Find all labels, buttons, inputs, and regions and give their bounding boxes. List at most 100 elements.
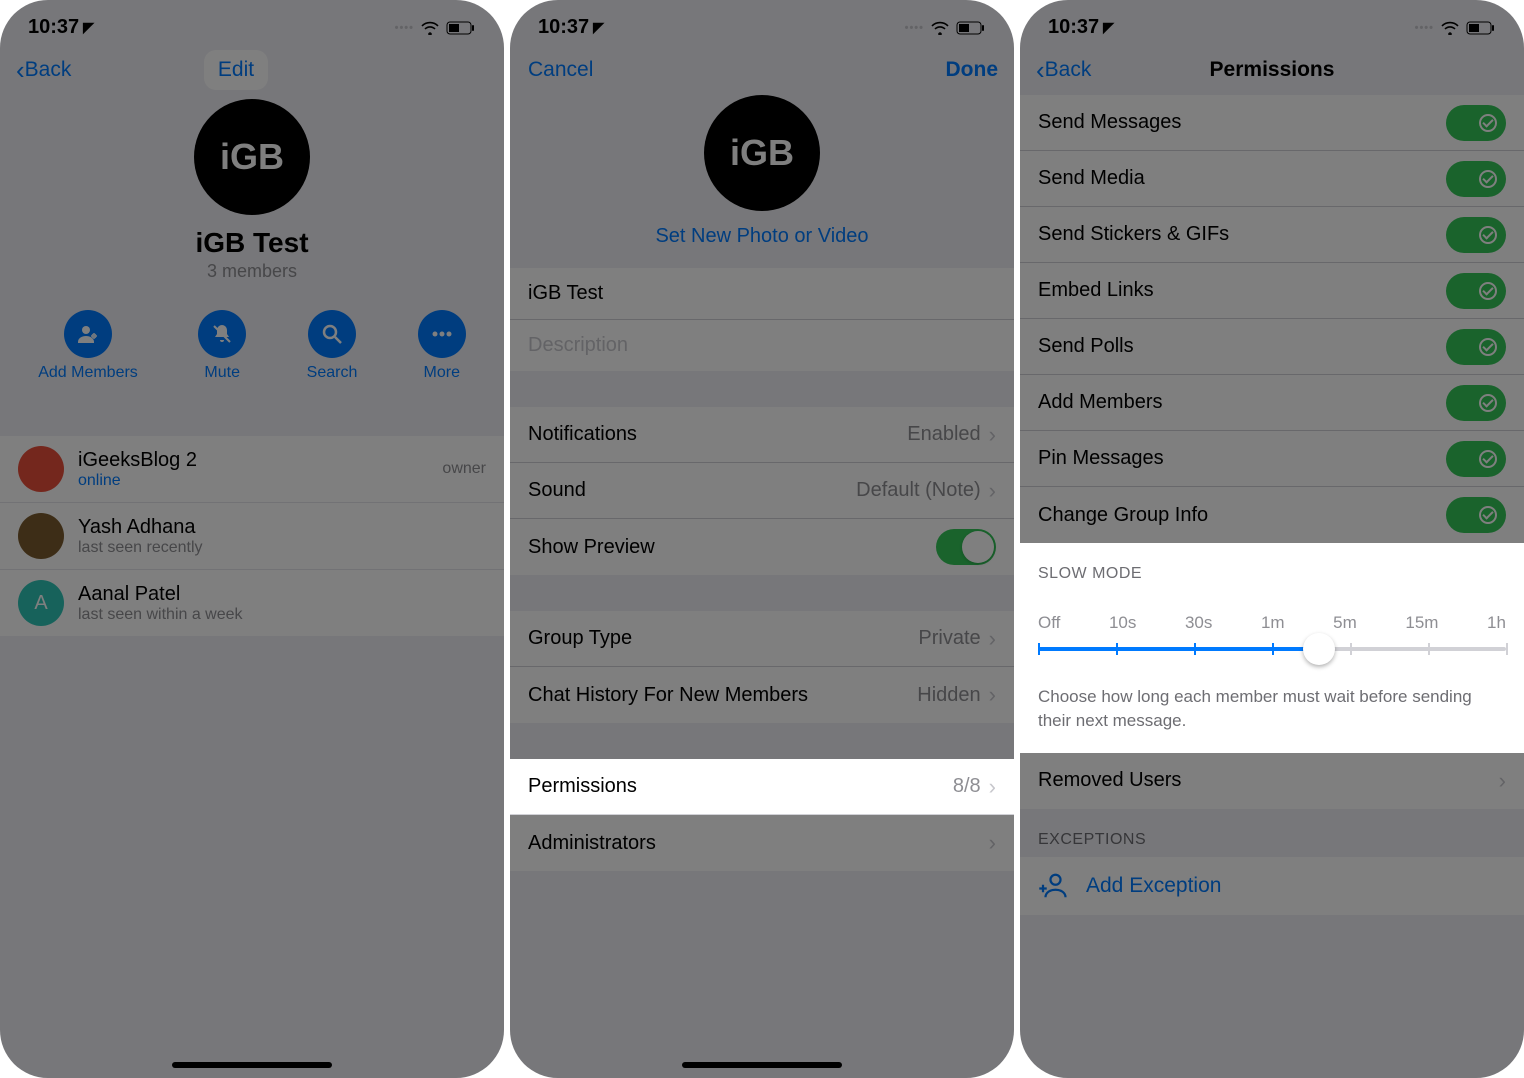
perm-list: Send Messages Send MediaSend Stickers & G…	[1020, 95, 1524, 543]
slider-fill	[1038, 647, 1319, 651]
back-label: Back	[25, 58, 72, 82]
set-photo-button[interactable]: Set New Photo or Video	[510, 211, 1014, 268]
permission-toggle[interactable]	[1446, 385, 1506, 421]
notifications-row[interactable]: Notifications Enabled ›	[510, 407, 1014, 463]
slowmode-tick-label: 5m	[1333, 613, 1357, 633]
permission-row[interactable]: Change Group Info	[1020, 487, 1524, 543]
add-person-icon	[1038, 871, 1068, 901]
show-preview-row[interactable]: Show Preview	[510, 519, 1014, 575]
add-exception-button[interactable]: Add Exception	[1020, 857, 1524, 915]
member-name: iGeeksBlog 2	[78, 449, 197, 472]
member-status: last seen within a week	[78, 606, 243, 624]
slowmode-header: SLOW MODE	[1020, 543, 1524, 591]
location-icon: ◤	[593, 19, 604, 36]
member-name: Aanal Patel	[78, 583, 243, 606]
permission-row[interactable]: Send Stickers & GIFs	[1020, 207, 1524, 263]
cancel-button[interactable]: Cancel	[528, 58, 593, 82]
cellular-icon: ••••	[1415, 22, 1434, 34]
slowmode-tick-label: 15m	[1405, 613, 1438, 633]
removed-users-row[interactable]: Removed Users ›	[1020, 753, 1524, 809]
slowmode-tick-label: 1h	[1487, 613, 1506, 633]
permission-toggle[interactable]	[1446, 329, 1506, 365]
members-list: iGeeksBlog 2online owner Yash Adhanalast s…	[0, 436, 504, 636]
status-time: 10:37◤	[538, 16, 604, 39]
status-bar: 10:37◤ ••••	[1020, 0, 1524, 45]
slowmode-footer: Choose how long each member must wait be…	[1020, 675, 1524, 753]
slider-knob[interactable]	[1303, 633, 1335, 665]
wifi-icon	[930, 21, 950, 35]
battery-icon	[446, 21, 476, 35]
chevron-right-icon: ›	[989, 682, 996, 708]
slowmode-slider[interactable]: Off10s30s1m5m15m1h	[1020, 607, 1524, 675]
permission-row[interactable]: Pin Messages	[1020, 431, 1524, 487]
group-avatar[interactable]: iGB	[194, 99, 310, 215]
permission-toggle[interactable]	[1446, 497, 1506, 533]
chevron-left-icon: ‹	[16, 55, 25, 86]
more-icon	[418, 310, 466, 358]
member-row[interactable]: iGeeksBlog 2online owner	[0, 436, 504, 503]
slider-track[interactable]	[1038, 647, 1506, 651]
nav-bar: ‹ Back Permissions	[1020, 45, 1524, 95]
page-title: Permissions	[1210, 58, 1335, 82]
cellular-icon: ••••	[905, 22, 924, 34]
member-status: last seen recently	[78, 539, 203, 557]
nav-bar: ‹ Back Edit	[0, 45, 504, 95]
done-button[interactable]: Done	[946, 58, 999, 82]
status-bar: 10:37◤ ••••	[510, 0, 1014, 45]
action-row: Add Members Mute Search More	[0, 300, 504, 400]
sound-row[interactable]: Sound Default (Note) ›	[510, 463, 1014, 519]
permission-label: Send Polls	[1038, 335, 1134, 358]
show-preview-toggle[interactable]	[936, 529, 996, 565]
slowmode-tick-label: 1m	[1261, 613, 1285, 633]
home-indicator[interactable]	[682, 1062, 842, 1068]
status-icons: ••••	[905, 21, 986, 35]
description-field[interactable]: Description	[510, 320, 1014, 371]
permission-toggle[interactable]	[1446, 441, 1506, 477]
group-type-row[interactable]: Group Type Private ›	[510, 611, 1014, 667]
permission-label: Pin Messages	[1038, 447, 1164, 470]
status-time: 10:37◤	[28, 16, 94, 39]
chevron-right-icon: ›	[989, 830, 996, 856]
member-row[interactable]: Yash Adhanalast seen recently	[0, 503, 504, 570]
mute-icon	[198, 310, 246, 358]
removed-section: Removed Users ›	[1020, 753, 1524, 809]
member-avatar	[18, 446, 64, 492]
battery-icon	[956, 21, 986, 35]
name-desc-section: iGB Test Description	[510, 268, 1014, 371]
mute-button[interactable]: Mute	[198, 310, 246, 382]
permission-toggle[interactable]	[1446, 161, 1506, 197]
permission-row[interactable]: Embed Links	[1020, 263, 1524, 319]
group-name-field[interactable]: iGB Test	[510, 268, 1014, 320]
permissions-row[interactable]: Permissions 8/8 ›	[510, 759, 1014, 815]
permission-row[interactable]: Add Members	[1020, 375, 1524, 431]
permission-toggle[interactable]	[1446, 217, 1506, 253]
slowmode-section: SLOW MODE Off10s30s1m5m15m1h Choose how …	[1020, 543, 1524, 753]
member-row[interactable]: AAanal Patellast seen within a week	[0, 570, 504, 636]
status-icons: ••••	[1415, 21, 1496, 35]
add-members-icon	[64, 310, 112, 358]
more-button[interactable]: More	[418, 310, 466, 382]
back-button[interactable]: ‹ Back	[1036, 55, 1091, 86]
permission-label: Send Messages	[1038, 111, 1181, 134]
permission-toggle[interactable]	[1446, 273, 1506, 309]
add-members-button[interactable]: Add Members	[38, 310, 138, 382]
back-button[interactable]: ‹ Back	[16, 55, 71, 86]
search-button[interactable]: Search	[307, 310, 358, 382]
screen-edit-group: 10:37◤ •••• Cancel Done iGB Set New Phot…	[510, 0, 1014, 1078]
location-icon: ◤	[1103, 19, 1114, 36]
group-avatar-edit[interactable]: iGB	[704, 95, 820, 211]
administrators-row[interactable]: Administrators ›	[510, 815, 1014, 871]
chevron-right-icon: ›	[989, 774, 996, 800]
home-indicator[interactable]	[172, 1062, 332, 1068]
wifi-icon	[1440, 21, 1460, 35]
permission-toggle[interactable]	[1446, 105, 1506, 141]
chevron-right-icon: ›	[989, 422, 996, 448]
chat-history-row[interactable]: Chat History For New Members Hidden ›	[510, 667, 1014, 723]
member-badge: owner	[442, 460, 486, 478]
slowmode-tick-label: Off	[1038, 613, 1060, 633]
edit-button[interactable]: Edit	[204, 50, 268, 90]
permission-row[interactable]: Send Messages	[1020, 95, 1524, 151]
member-status: online	[78, 472, 197, 490]
permission-row[interactable]: Send Media	[1020, 151, 1524, 207]
permission-row[interactable]: Send Polls	[1020, 319, 1524, 375]
